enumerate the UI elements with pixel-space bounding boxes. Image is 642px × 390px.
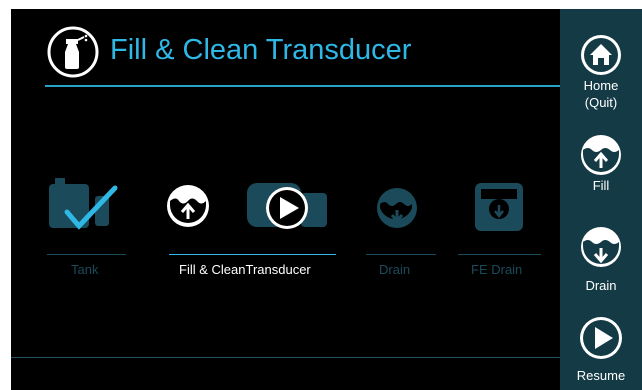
- step-fe-drain-label: FE Drain: [471, 262, 523, 277]
- step-tank: [47, 174, 127, 237]
- bottom-divider: [11, 357, 560, 358]
- step-fe-drain-underline: [458, 254, 541, 255]
- quit-label: (Quit): [584, 95, 618, 110]
- label-transducer: Transducer: [245, 262, 311, 277]
- tank-check-icon: [49, 178, 118, 230]
- home-icon: [581, 35, 621, 75]
- play-overlay-icon[interactable]: [241, 179, 331, 235]
- page-title: Fill & Clean Transducer: [110, 34, 412, 66]
- main-screen: Fill & Clean Transducer Tank Fill & Clea…: [11, 9, 560, 390]
- label-fill: Fill: [179, 262, 196, 277]
- resume-label: Resume: [576, 368, 626, 383]
- fill-arrow-icon: [581, 135, 621, 175]
- step-fill-clean: [165, 183, 211, 234]
- step-fill-underline: [169, 254, 336, 255]
- home-quit-button[interactable]: Home (Quit): [560, 33, 642, 111]
- fill-button[interactable]: Fill: [560, 133, 642, 194]
- drain-button[interactable]: Drain: [560, 225, 642, 294]
- step-transducer[interactable]: [241, 179, 331, 240]
- step-drain-underline: [366, 254, 436, 255]
- step-fill-label: Fill & CleanTransducer: [179, 262, 311, 277]
- spray-bottle-icon: [47, 26, 99, 78]
- home-label: Home: [583, 78, 619, 93]
- step-tank-label: Tank: [71, 262, 99, 277]
- step-tank-underline: [47, 254, 126, 255]
- fill-label: Fill: [592, 178, 610, 193]
- drain-arrow-icon: [581, 227, 621, 267]
- title-divider: [45, 85, 560, 87]
- drain-label: Drain: [585, 278, 617, 293]
- fill-arrow-icon: [167, 185, 209, 227]
- step-fe-drain: [471, 179, 527, 240]
- step-drain: [375, 186, 419, 235]
- label-and-clean: & Clean: [199, 262, 246, 277]
- drain-arrow-icon: [377, 188, 417, 228]
- resume-button[interactable]: Resume: [560, 315, 642, 384]
- fe-drain-icon: [475, 183, 523, 231]
- play-icon: [580, 317, 622, 359]
- step-drain-label: Drain: [379, 262, 411, 277]
- sidebar: Home (Quit) Fill Drain Resume: [560, 9, 642, 390]
